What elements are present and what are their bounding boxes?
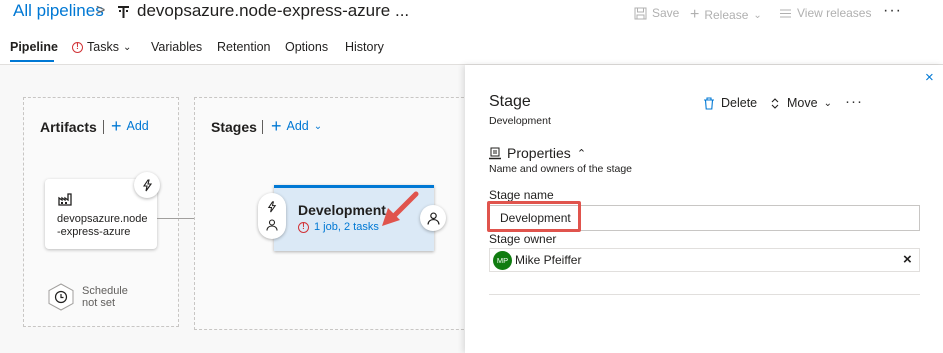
tab-label: Variables [151,40,203,54]
move-label: Move [787,96,818,110]
clear-owner-button[interactable]: × [903,251,912,268]
schedule-trigger[interactable]: Schedule not set [48,283,158,315]
owner-name: Mike Pfeiffer [515,253,582,267]
tab-tasks[interactable]: ! Tasks ⌄ [72,40,131,54]
avatar: MP [493,251,512,270]
move-button[interactable]: Move ⌄ [769,96,832,110]
stage-properties-panel: × Stage Development Delete Move ⌄ ··· Pr… [465,65,943,353]
tab-pipeline[interactable]: Pipeline [10,40,58,54]
tab-label: History [345,40,384,54]
save-icon [634,7,647,19]
stage-owner-label: Stage owner [489,232,557,246]
clock-icon [48,283,74,311]
panel-title: Stage [489,93,531,110]
properties-title: Properties [507,145,571,161]
tab-label: Retention [217,40,271,54]
view-releases-button[interactable]: View releases [779,6,871,20]
tab-variables[interactable]: Variables [151,40,202,54]
schedule-label: Schedule [82,285,128,297]
chevron-down-icon: ⌄ [823,97,832,109]
panel-subtitle: Development [489,115,551,127]
tab-label: Tasks [87,40,119,54]
chevron-down-icon: ⌄ [313,120,323,132]
add-artifact-button[interactable]: + Add [111,117,149,135]
more-options-button[interactable]: ··· [883,2,902,20]
chevron-down-icon: ⌄ [122,41,132,53]
list-icon [780,9,791,17]
properties-description: Name and owners of the stage [489,163,633,175]
trash-icon [704,96,714,110]
plus-icon: + [271,116,282,136]
properties-header[interactable]: Properties ⌃ [489,145,586,161]
updown-icon [771,97,779,109]
trigger-icon [267,201,277,213]
release-label: Release [704,8,749,22]
build-artifact-icon [58,193,72,206]
stage-tasks-link[interactable]: ! 1 job, 2 tasks [298,221,379,233]
tab-retention[interactable]: Retention [217,40,271,54]
add-artifact-label: Add [126,119,149,133]
save-button[interactable]: Save [634,6,679,20]
schedule-status: not set [82,297,116,309]
person-icon [426,211,440,225]
stage-name: Development [298,202,386,218]
post-deployment-conditions-button[interactable] [420,205,446,231]
pipeline-icon [118,6,129,18]
breadcrumb-separator: > [96,2,106,19]
artifacts-title: Artifacts [40,119,97,135]
tab-label: Options [285,40,329,54]
stage-name-label: Stage name [489,188,554,202]
breadcrumb-all-pipelines[interactable]: All pipelines [13,1,104,21]
divider [489,294,920,295]
tab-options[interactable]: Options [285,40,328,54]
release-button[interactable]: + Release ⌄ [690,6,762,24]
delete-label: Delete [721,96,758,110]
stages-title: Stages [211,119,257,135]
close-icon[interactable]: × [925,69,934,86]
active-tab-indicator [10,60,54,62]
annotation-arrow [382,191,419,226]
annotation-highlight-box [487,201,581,232]
delete-button[interactable]: Delete [703,96,757,110]
add-stage-label: Add [286,119,309,133]
plus-icon: + [111,116,122,136]
plus-icon: + [690,6,700,23]
save-label: Save [652,6,680,20]
view-releases-label: View releases [797,6,872,20]
separator [262,120,263,134]
stage-owner-field[interactable]: MP Mike Pfeiffer × [489,248,920,272]
person-icon [266,219,278,231]
artifact-name: devopsazure.node-express-azure [57,213,148,238]
trigger-icon [142,178,152,191]
header: All pipelines > devopsazure.node-express… [0,0,943,30]
continuous-deployment-trigger-button[interactable] [134,172,160,198]
warning-icon: ! [72,41,83,53]
properties-icon [489,147,501,159]
pipeline-canvas: Artifacts + Add devopsazure.node-express… [0,65,474,353]
tab-history[interactable]: History [345,40,384,54]
add-stage-button[interactable]: + Add ⌄ [271,117,322,135]
pipeline-title: devopsazure.node-express-azure ... [137,1,410,20]
chevron-down-icon: ⌄ [753,9,762,21]
pre-deployment-conditions-button[interactable] [258,193,286,239]
separator [103,120,104,134]
chevron-up-icon: ⌃ [576,147,587,160]
tab-label: Pipeline [10,40,58,54]
panel-more-button[interactable]: ··· [845,93,863,110]
warning-icon: ! [298,221,309,233]
stage-summary: 1 job, 2 tasks [314,221,379,233]
